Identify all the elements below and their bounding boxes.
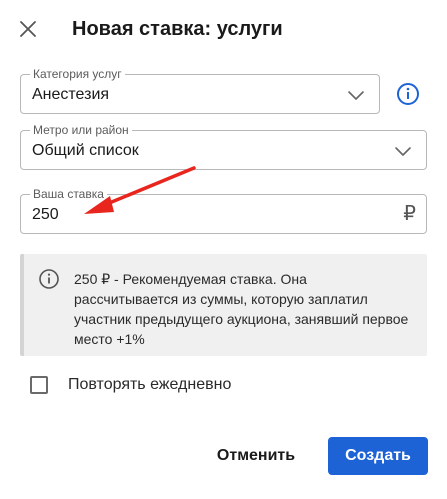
metro-select[interactable]: Метро или район Общий список — [20, 123, 427, 170]
bid-input[interactable]: Ваша ставка 250 ₽ — [20, 187, 427, 234]
chevron-down-icon — [395, 147, 411, 156]
notice-text: 250 ₽ - Рекомендуемая ставка. Она рассчи… — [74, 271, 409, 347]
category-label: Категория услуг — [30, 67, 125, 81]
chevron-down-icon — [348, 91, 364, 100]
repeat-daily-checkbox[interactable]: Повторять ежедневно — [30, 374, 231, 396]
ruble-currency-icon: ₽ — [403, 203, 416, 225]
bid-value: 250 — [32, 206, 59, 223]
bid-label: Ваша ставка — [30, 187, 107, 201]
repeat-daily-label: Повторять ежедневно — [68, 376, 232, 393]
info-icon — [397, 83, 419, 105]
checkbox-box[interactable] — [30, 376, 48, 394]
close-icon — [20, 21, 36, 37]
close-button[interactable] — [16, 17, 40, 41]
info-icon — [39, 269, 59, 289]
category-value: Анестезия — [32, 86, 110, 103]
metro-label: Метро или район — [30, 123, 132, 137]
recommendation-notice: 250 ₽ - Рекомендуемая ставка. Она рассчи… — [20, 254, 427, 356]
category-select[interactable]: Категория услуг Анестезия — [20, 67, 380, 114]
category-info-button[interactable] — [396, 82, 420, 106]
create-button[interactable]: Создать — [328, 437, 428, 475]
dialog-title: Новая ставка: услуги — [72, 18, 283, 40]
new-bid-dialog: Новая ставка: услуги Категория услуг Ане… — [0, 0, 447, 499]
cancel-button[interactable]: Отменить — [204, 437, 308, 475]
metro-value: Общий список — [32, 142, 139, 159]
